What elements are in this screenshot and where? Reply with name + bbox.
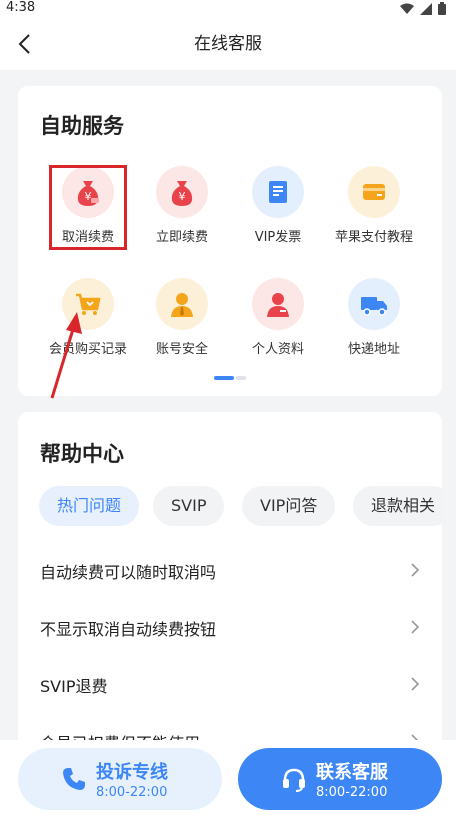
complaint-title: 投诉专线	[96, 762, 168, 783]
chevron-right-icon	[411, 563, 420, 577]
faq-text: 不显示取消自动续费按钮	[40, 620, 217, 639]
self-service-card: 自助服务 ¥ 取消续费 ¥ 立即续费 VIP发票 苹果支付教程 会员购买记录 账…	[18, 86, 442, 399]
headset-icon	[283, 768, 305, 792]
self-service-title: 自助服务	[40, 114, 124, 138]
grid-item-account-security[interactable]: 账号安全	[132, 278, 232, 357]
help-center-card: 帮助中心 热门问题 SVIP VIP问答 退款相关 自动续费可以随时取消吗 不显…	[18, 412, 442, 752]
grid-item-profile[interactable]: 个人资料	[228, 278, 328, 357]
contact-support-button[interactable]: 联系客服 8:00-22:00	[238, 748, 442, 810]
person-tie-icon	[156, 278, 208, 330]
grid-label: VIP发票	[254, 230, 302, 245]
page-dot-active	[214, 376, 234, 380]
tab-refund[interactable]: 退款相关	[353, 486, 442, 526]
phone-icon	[63, 768, 85, 790]
grid-label: 账号安全	[155, 342, 208, 357]
status-icons	[400, 2, 446, 15]
person-icon	[252, 278, 304, 330]
wifi-icon	[400, 3, 414, 14]
bottom-action-bar: 投诉专线 8:00-22:00 联系客服 8:00-22:00	[0, 740, 456, 817]
status-time: 4:38	[6, 0, 36, 15]
help-tabs: 热门问题 SVIP VIP问答 退款相关	[39, 486, 442, 526]
contact-hours: 8:00-22:00	[316, 785, 388, 800]
grid-label: 苹果支付教程	[334, 230, 413, 245]
money-bag-icon: ¥	[156, 166, 208, 218]
grid-label: 立即续费	[155, 230, 208, 245]
annotation-arrow-icon	[50, 312, 82, 399]
grid-item-renew-now[interactable]: ¥ 立即续费	[132, 166, 232, 245]
faq-text: 自动续费可以随时取消吗	[40, 563, 217, 582]
faq-item[interactable]: 不显示取消自动续费按钮	[40, 612, 422, 642]
truck-icon	[348, 278, 400, 330]
battery-icon	[438, 2, 446, 15]
faq-item[interactable]: 自动续费可以随时取消吗	[40, 555, 422, 585]
faq-item[interactable]: SVIP退费	[40, 669, 422, 699]
chevron-right-icon	[411, 677, 420, 691]
nav-bar: 在线客服	[0, 18, 456, 70]
contact-title: 联系客服	[316, 762, 388, 783]
grid-item-delivery-address[interactable]: 快递地址	[324, 278, 424, 357]
complaint-hotline-button[interactable]: 投诉专线 8:00-22:00	[18, 748, 222, 810]
grid-label: 快递地址	[347, 342, 400, 357]
grid-item-vip-invoice[interactable]: VIP发票	[228, 166, 328, 245]
page-title: 在线客服	[194, 34, 262, 54]
tab-hot-questions[interactable]: 热门问题	[39, 486, 140, 526]
complaint-hours: 8:00-22:00	[96, 785, 168, 800]
signal-icon	[420, 2, 432, 15]
status-bar: 4:38	[0, 0, 456, 18]
highlight-box	[49, 165, 127, 250]
chevron-right-icon	[411, 620, 420, 634]
tab-vip-qa[interactable]: VIP问答	[242, 486, 336, 526]
tab-svip[interactable]: SVIP	[153, 486, 225, 526]
grid-item-apple-pay-tutorial[interactable]: 苹果支付教程	[324, 166, 424, 245]
faq-text: SVIP退费	[40, 677, 108, 696]
card-icon	[348, 166, 400, 218]
page-indicator	[214, 376, 246, 380]
help-center-title: 帮助中心	[40, 442, 124, 466]
grid-label: 个人资料	[251, 342, 304, 357]
receipt-icon	[252, 166, 304, 218]
page-dot	[236, 376, 246, 380]
svg-text:¥: ¥	[179, 190, 186, 203]
